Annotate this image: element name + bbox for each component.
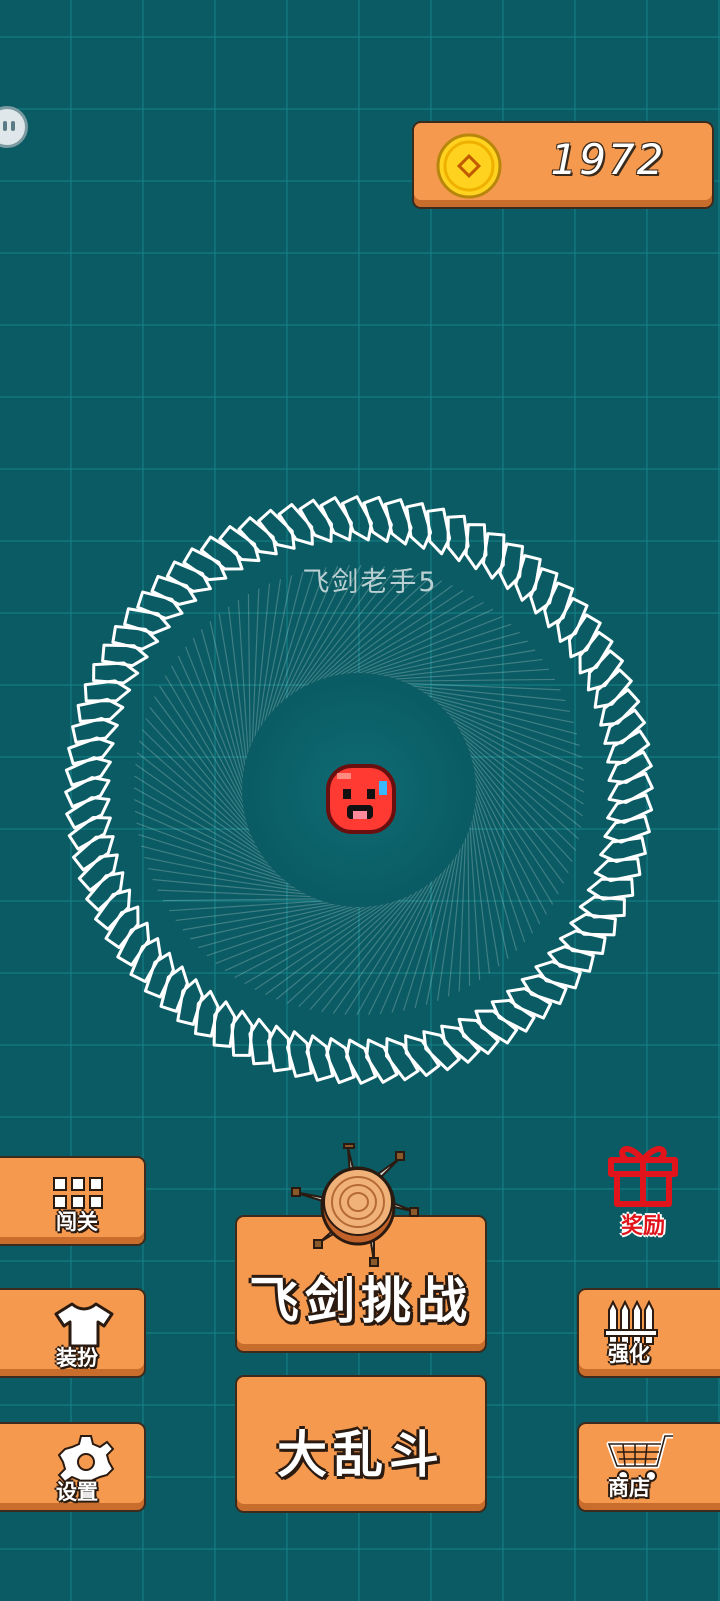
log-with-swords-icon	[291, 1143, 419, 1267]
levels-label: 闯关	[56, 1210, 98, 1234]
sound-icon	[3, 121, 15, 131]
sword-blade	[404, 1034, 441, 1077]
challenge-label: 飞剑挑战	[249, 1272, 473, 1330]
costume-button[interactable]: 装扮	[0, 1288, 146, 1378]
brawl-label: 大乱斗	[277, 1426, 445, 1484]
shop-label: 商店	[608, 1476, 650, 1500]
sword-blade	[101, 643, 149, 668]
level-title: 飞剑老手5	[302, 567, 438, 598]
gold-coin-icon	[436, 133, 502, 199]
shop-button[interactable]: 商店	[577, 1422, 720, 1512]
sword-blade	[277, 503, 314, 546]
costume-label: 装扮	[56, 1346, 98, 1370]
coin-counter-panel: 1972	[412, 121, 714, 209]
reward-button[interactable]: 奖励	[603, 1138, 683, 1248]
levels-button[interactable]: 闯关	[0, 1156, 146, 1246]
sword-blade	[298, 498, 334, 543]
coin-count: 1972	[550, 135, 666, 184]
settings-button[interactable]: 设置	[0, 1422, 146, 1512]
sound-toggle-button[interactable]	[0, 106, 28, 148]
sword-blade	[212, 1000, 237, 1048]
sword-blade	[67, 815, 112, 851]
sword-blade	[603, 708, 646, 745]
sword-blade	[606, 729, 651, 765]
settings-label: 设置	[56, 1480, 98, 1504]
sword-blade	[72, 835, 115, 872]
reward-label: 奖励	[620, 1214, 665, 1239]
sword-blade	[384, 1037, 420, 1082]
red-blob-face-icon	[326, 764, 396, 834]
gift-icon	[608, 1146, 678, 1207]
upgrade-label: 强化	[608, 1342, 650, 1366]
brawl-button[interactable]: 大乱斗	[235, 1375, 487, 1513]
sword-blade	[569, 912, 617, 937]
upgrade-button[interactable]: 强化	[577, 1288, 720, 1378]
